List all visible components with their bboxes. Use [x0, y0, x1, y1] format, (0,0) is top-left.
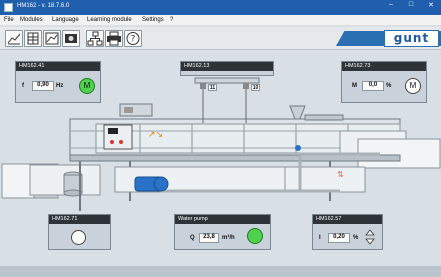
minimize-button[interactable]: – — [384, 1, 398, 8]
app-icon — [4, 3, 13, 12]
panel-hm162-73: HM162.73 M 0,0 % M — [341, 61, 427, 103]
network-button[interactable] — [86, 30, 104, 47]
sensor-tag-11[interactable]: 11 — [208, 84, 217, 91]
pump-status-icon[interactable] — [247, 228, 263, 244]
printer-button[interactable] — [105, 30, 123, 47]
camera-icon — [65, 34, 77, 43]
camera-button[interactable] — [62, 30, 80, 47]
graph-icon — [45, 32, 59, 45]
menu-language[interactable]: Language — [52, 17, 79, 23]
menu-learning-module[interactable]: Learning module — [87, 17, 132, 23]
panel-hm162-57: HM162.57 I 0,20 % — [312, 214, 383, 250]
maximize-button[interactable]: □ — [404, 1, 418, 8]
motor-button[interactable]: M — [405, 78, 421, 94]
chart-icon — [7, 33, 21, 45]
panel-title: Water pump — [175, 215, 270, 224]
motor-value[interactable]: 0,0 — [362, 81, 384, 91]
valve-indicator[interactable] — [71, 230, 86, 245]
inclination-value[interactable]: 0,20 — [328, 233, 350, 243]
table-icon — [27, 32, 39, 45]
svg-text:⇅: ⇅ — [337, 170, 344, 179]
frequency-unit: Hz — [56, 83, 64, 89]
menu-modules[interactable]: Modules — [20, 17, 43, 23]
chart-button[interactable] — [5, 30, 23, 47]
menu-file[interactable]: File — [4, 17, 14, 23]
gunt-logo: gunt — [384, 30, 439, 47]
help-icon: ? — [126, 32, 140, 45]
frequency-value[interactable]: 0,90 — [32, 81, 54, 91]
motor-indicator[interactable]: M — [79, 78, 95, 94]
title-bar: HM162 - v. 18.7.6.0 – □ ✕ — [0, 0, 441, 15]
panel-hm162-41: HM162.41 f 0,90 Hz M — [15, 61, 101, 103]
panel-title: HM162.71 — [49, 215, 110, 224]
menu-help[interactable]: ? — [170, 17, 173, 23]
motor-symbol: M — [352, 83, 357, 89]
panel-title: HM162.73 — [342, 62, 426, 71]
menu-settings[interactable]: Settings — [142, 17, 164, 23]
table-button[interactable] — [24, 30, 42, 47]
inclination-symbol: I — [319, 235, 321, 241]
panel-hm162-71: HM162.71 — [48, 214, 111, 250]
flow-symbol: Q — [190, 235, 195, 241]
process-schematic-area: ↗↘ ⇅ HM162.41 f 0,90 Hz M HM162.13 11 10… — [0, 51, 441, 277]
printer-icon — [107, 31, 121, 46]
panel-hm162-13: HM162.13 — [180, 61, 274, 76]
panel-water-pump: Water pump Q 23,8 m³/h — [174, 214, 271, 250]
inclination-unit: % — [353, 235, 359, 241]
graph-button[interactable] — [43, 30, 61, 47]
help-button[interactable]: ? — [124, 30, 142, 47]
flow-unit: m³/h — [222, 235, 235, 241]
menu-bar: File Modules Language Learning module Se… — [0, 15, 441, 26]
network-icon — [87, 31, 103, 46]
flow-value[interactable]: 23,8 — [199, 233, 219, 243]
sensor-tag-10[interactable]: 10 — [251, 84, 260, 91]
svg-text:↗↘: ↗↘ — [148, 130, 163, 140]
frequency-symbol: f — [22, 83, 24, 89]
close-button[interactable]: ✕ — [424, 1, 438, 9]
status-strip — [0, 266, 441, 277]
panel-title: HM162.13 — [181, 62, 273, 71]
window-title: HM162 - v. 18.7.6.0 — [17, 3, 70, 9]
motor-unit: % — [386, 83, 392, 89]
svg-text:?: ? — [131, 35, 136, 45]
panel-title: HM162.41 — [16, 62, 100, 71]
panel-title: HM162.57 — [313, 215, 382, 224]
up-down-arrows-icon[interactable] — [365, 229, 375, 245]
